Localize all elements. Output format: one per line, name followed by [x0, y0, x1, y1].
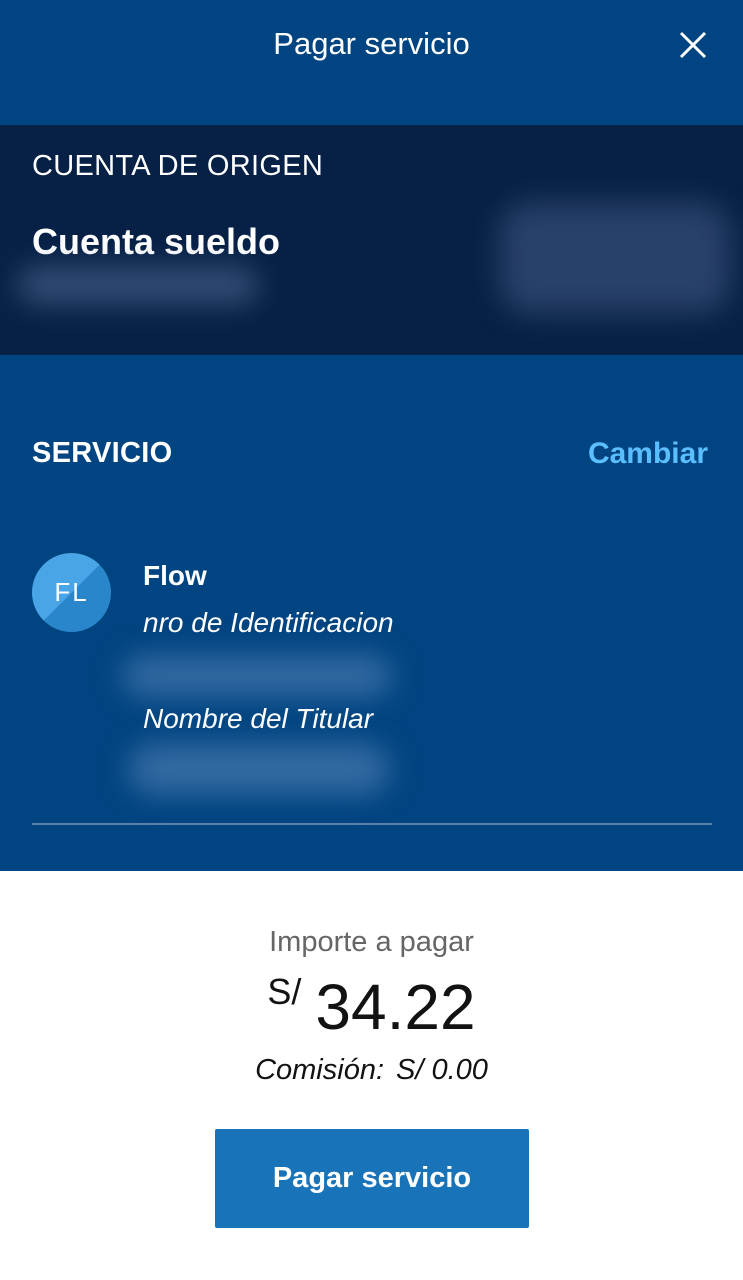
provider-name: Flow — [143, 560, 207, 591]
origin-account-name: Cuenta sueldo — [32, 221, 281, 262]
commission-line: Comisión: S/ 0.00 — [0, 1051, 743, 1089]
redacted-identification-number — [122, 655, 392, 697]
origin-account-label: CUENTA DE ORIGEN — [32, 150, 324, 182]
amount-section: Importe a pagar S/34.22 Comisión: S/ 0.00… — [0, 871, 743, 1280]
header-bar: Pagar servicio — [0, 0, 743, 125]
amount-display: S/34.22 — [0, 967, 743, 1047]
identification-label: nro de Identificacion — [143, 607, 394, 638]
commission-label: Comisión: — [255, 1054, 385, 1086]
page-title: Pagar servicio — [273, 26, 470, 61]
redacted-account-number — [18, 267, 258, 303]
amount-value: 34.22 — [315, 971, 476, 1043]
service-label: SERVICIO — [32, 437, 173, 469]
service-section: SERVICIO Cambiar FL Flow nro de Identifi… — [0, 355, 743, 871]
origin-account-section: CUENTA DE ORIGEN Cuenta sueldo — [0, 125, 743, 355]
change-service-link[interactable]: Cambiar — [588, 435, 708, 473]
close-button[interactable] — [670, 22, 716, 68]
pay-service-button[interactable]: Pagar servicio — [215, 1129, 529, 1228]
currency-symbol: S/ — [267, 971, 302, 1012]
commission-value: S/ 0.00 — [396, 1054, 488, 1086]
redacted-holder-name — [128, 743, 390, 795]
avatar: FL — [32, 553, 111, 632]
close-icon — [679, 31, 707, 59]
redacted-account-balance — [500, 203, 730, 313]
holder-name-label: Nombre del Titular — [143, 703, 374, 734]
amount-label: Importe a pagar — [269, 926, 474, 958]
divider — [32, 823, 712, 825]
